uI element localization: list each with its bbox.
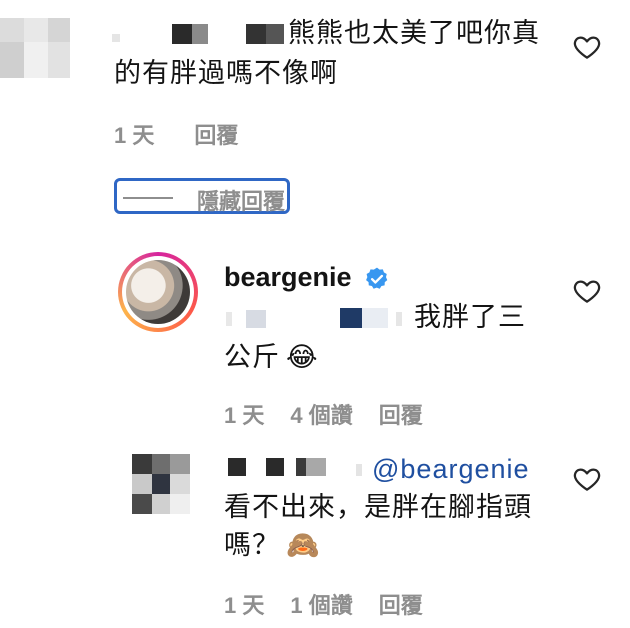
- avatar-story-ring[interactable]: [118, 252, 198, 332]
- mention-link[interactable]: @beargenie: [372, 450, 530, 488]
- username-pixelated[interactable]: [228, 456, 368, 480]
- username-pixelated[interactable]: [112, 20, 284, 48]
- comment-text: 看不出來，是胖在腳指頭: [224, 492, 532, 522]
- comment-text: 的有胖過嗎不像啊: [114, 58, 338, 88]
- likes-count[interactable]: 1 個讚: [290, 593, 352, 618]
- mention-pixelated: [226, 306, 406, 330]
- comment-text: 嗎？ 🙈: [224, 530, 321, 560]
- avatar-pixelated[interactable]: [0, 18, 70, 78]
- timestamp: 1 天: [224, 403, 265, 428]
- timestamp: 1 天: [114, 123, 155, 148]
- reply-button[interactable]: 回覆: [379, 403, 423, 428]
- reply-button[interactable]: 回覆: [194, 123, 238, 148]
- avatar: [126, 260, 190, 324]
- heart-icon[interactable]: [572, 464, 602, 494]
- heart-icon[interactable]: [572, 32, 602, 62]
- comment-text: 公斤 😂: [224, 342, 319, 372]
- hide-replies-label: 隱藏回覆: [197, 189, 286, 214]
- see-no-evil-emoji: 🙈: [286, 530, 321, 560]
- username[interactable]: beargenie: [224, 262, 352, 293]
- likes-count[interactable]: 4 個讚: [290, 403, 352, 428]
- heart-icon[interactable]: [572, 276, 602, 306]
- avatar-pixelated[interactable]: [132, 454, 190, 514]
- comment-text: 我胖了三: [414, 302, 526, 332]
- divider-line: [123, 197, 173, 199]
- verified-badge-icon: [366, 267, 388, 289]
- comment-meta: 1 天 1 個讚 回覆: [224, 588, 449, 620]
- comment-text: 熊熊也太美了吧你真: [288, 18, 540, 48]
- laughing-emoji: 😂: [286, 342, 319, 372]
- hide-replies-button[interactable]: 隱藏回覆: [114, 178, 290, 214]
- timestamp: 1 天: [224, 593, 265, 618]
- comment-meta: 1 天 4 個讚 回覆: [224, 398, 449, 430]
- reply-button[interactable]: 回覆: [379, 593, 423, 618]
- comment-meta: 1 天 回覆: [114, 118, 264, 150]
